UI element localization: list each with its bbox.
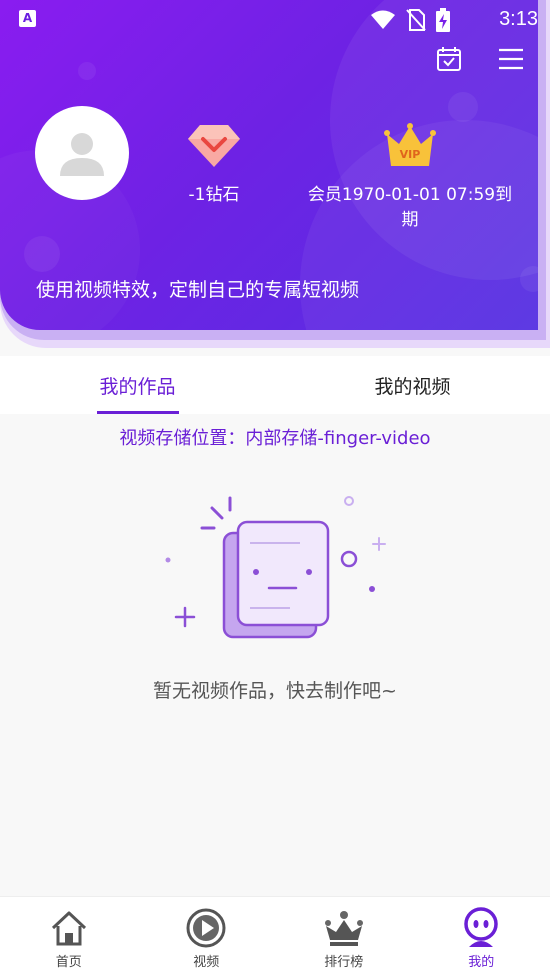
nav-label: 视频 [193,955,220,970]
diamond-icon [188,125,240,167]
vip-crown-icon: VIP [384,123,436,166]
play-icon [186,908,226,948]
wifi-icon [371,10,395,29]
nav-label: 首页 [55,955,82,970]
slogan: 使用视频特效，定制自己的专属短视频 [36,279,360,301]
tab-my-works[interactable]: 我的作品 [0,356,275,414]
nav-item-ranking[interactable]: 排行榜 [275,897,413,979]
user-placeholder-icon [60,133,104,176]
works-tabs: 我的作品 我的视频 [0,356,550,414]
tab-label: 我的作品 [99,375,176,398]
no-sim-icon [406,9,426,31]
tab-my-videos[interactable]: 我的视频 [275,356,550,414]
empty-works-icon [165,496,386,639]
status-bar: A 3:13 [0,0,550,38]
tab-label: 我的视频 [374,375,451,398]
home-icon [51,911,86,946]
calendar-check-icon[interactable] [436,46,462,72]
vip-stat[interactable]: VIP 会员1970-01-01 07:59到期 [300,120,520,230]
battery-charging-icon [436,8,450,32]
vip-expiry: 会员1970-01-01 07:59到期 [307,185,513,230]
vip-badge-text: VIP [400,148,421,161]
app-notification-icon: A [19,10,36,27]
bottom-nav: 首页 视频 排行榜 我的 [0,896,550,979]
avatar[interactable] [35,106,129,200]
status-time: 3:13 [499,8,538,30]
nav-label: 排行榜 [324,955,364,970]
menu-icon[interactable] [498,46,524,72]
nav-item-home[interactable]: 首页 [0,897,138,979]
empty-message: 暂无视频作品，快去制作吧~ [153,680,397,702]
nav-item-video[interactable]: 视频 [138,897,276,979]
profile-face-icon [464,907,498,947]
diamond-count: -1钻石 [188,185,240,205]
nav-item-mine[interactable]: 我的 [413,897,550,979]
storage-location: 视频存储位置：内部存储-finger-video [119,428,431,449]
top-actions [436,46,524,72]
crown-icon [324,911,363,946]
tab-indicator [97,411,179,414]
nav-label: 我的 [468,955,495,970]
status-icons [370,8,450,32]
diamond-stat[interactable]: -1钻石 [170,120,258,205]
